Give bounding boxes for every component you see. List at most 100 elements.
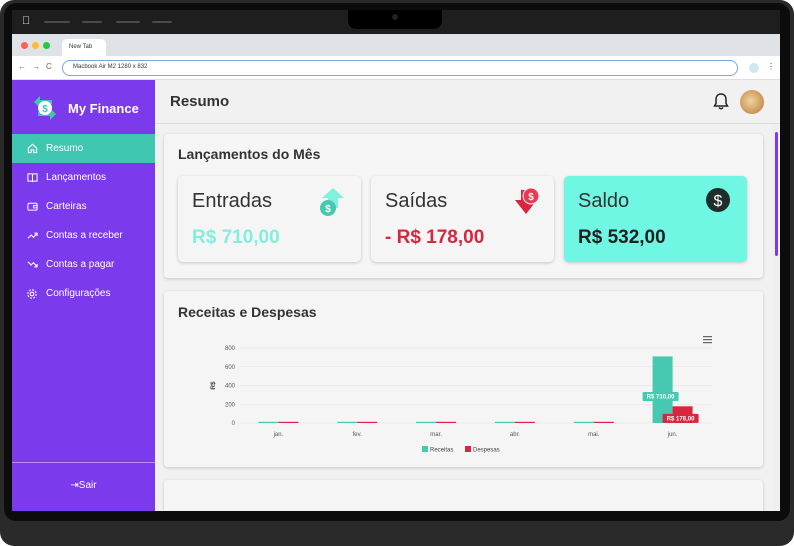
x-tick-label: jan. <box>273 432 284 438</box>
sidebar-item-configuracoes[interactable]: Configurações <box>12 279 155 308</box>
book-icon <box>26 172 38 184</box>
apple-icon[interactable]:  <box>22 15 30 27</box>
balance-card: Saldo R$ 532,00 $ <box>564 176 747 262</box>
minimize-window-button[interactable] <box>32 42 39 49</box>
sidebar-item-contas-pagar[interactable]: Contas a pagar <box>12 250 155 279</box>
top-header: Resumo <box>155 80 780 124</box>
browser-tab-bar: New Tab <box>12 34 780 56</box>
page-title: Resumo <box>170 93 230 110</box>
y-tick-label: 800 <box>225 346 236 352</box>
main-content: Lançamentos do Mês Entradas R$ 710,00 $ … <box>155 124 780 511</box>
menu-placeholder <box>82 21 102 23</box>
x-tick-label: abr. <box>510 432 520 438</box>
balance-value: R$ 532,00 <box>578 227 666 248</box>
sidebar-item-lancamentos[interactable]: Lançamentos <box>12 163 155 192</box>
svg-text:$: $ <box>714 193 723 210</box>
next-section-card <box>164 480 763 511</box>
bar-receitas-mai <box>573 421 594 423</box>
avatar[interactable] <box>740 90 764 114</box>
scrollbar[interactable] <box>773 124 780 511</box>
x-tick-label: mai. <box>588 432 600 438</box>
home-icon <box>26 143 38 155</box>
sidebar-item-label: Lançamentos <box>46 172 107 183</box>
money-down-icon: $ <box>515 187 540 214</box>
sidebar-item-label: Carteiras <box>46 201 87 212</box>
menu-placeholder <box>152 21 172 23</box>
forward-icon[interactable]: → <box>32 62 40 71</box>
bar-despesas-fev <box>357 421 378 423</box>
money-up-icon: $ <box>320 188 344 216</box>
expense-label: Saídas <box>385 190 448 212</box>
wallet-icon <box>26 201 38 213</box>
income-expense-chart-card: Receitas e Despesas 0 200 400 600 800 R$ jan.… <box>164 291 763 467</box>
x-tick-label: jun. <box>667 432 678 438</box>
camera-icon <box>392 14 398 20</box>
menu-placeholder <box>116 21 140 23</box>
y-tick-label: 0 <box>232 421 236 427</box>
data-label: R$ 178,00 <box>667 416 695 422</box>
bar-despesas-mar <box>436 421 457 423</box>
app: $ My Finance Resumo Lançamentos Carteira… <box>12 80 780 511</box>
bar-receitas-jun <box>652 356 673 423</box>
section-title: Lançamentos do Mês <box>178 146 321 162</box>
trend-down-icon <box>26 259 38 271</box>
macos-menu-bar:  <box>12 10 780 34</box>
bar-receitas-jan <box>258 421 279 423</box>
scrollbar-thumb[interactable] <box>775 132 778 256</box>
y-tick-label: 600 <box>225 365 236 371</box>
browser-tab[interactable]: New Tab <box>62 39 106 56</box>
sidebar-item-contas-receber[interactable]: Contas a receber <box>12 221 155 250</box>
browser-toolbar: ← → C Macbook Air M2 1280 x 832 ⋮ <box>12 56 780 80</box>
bar-despesas-abr <box>514 421 535 423</box>
logout-label: Sair <box>78 480 97 491</box>
bar-chart: 0 200 400 600 800 R$ jan. fev. mar. abr. mai. jun.… <box>210 336 712 454</box>
sidebar: $ My Finance Resumo Lançamentos Carteira… <box>12 80 155 511</box>
maximize-window-button[interactable] <box>43 42 50 49</box>
back-icon[interactable]: ← <box>18 62 26 71</box>
expense-card: Saídas - R$ 178,00 $ <box>371 176 554 262</box>
gear-icon <box>26 288 38 300</box>
legend-label: Receitas <box>430 448 453 454</box>
x-tick-label: fev. <box>353 432 363 438</box>
legend-swatch <box>465 446 471 452</box>
address-bar[interactable]: Macbook Air M2 1280 x 832 <box>62 60 738 76</box>
svg-text:$: $ <box>42 104 48 115</box>
menu-placeholder <box>44 21 70 23</box>
bar-receitas-fev <box>337 421 358 423</box>
close-window-button[interactable] <box>21 42 28 49</box>
svg-text:$: $ <box>528 192 534 203</box>
svg-text:$: $ <box>325 204 331 215</box>
legend-swatch <box>422 446 428 452</box>
sidebar-item-carteiras[interactable]: Carteiras <box>12 192 155 221</box>
x-tick-label: mar. <box>430 432 442 438</box>
monthly-summary-card: Lançamentos do Mês Entradas R$ 710,00 $ … <box>164 134 763 278</box>
bar-despesas-mai <box>593 421 614 423</box>
sidebar-nav: Resumo Lançamentos Carteiras Contas a re… <box>12 134 155 308</box>
y-axis-label: R$ <box>210 381 217 390</box>
screen:  New Tab ← → C Macbook Air M2 1280 x 83… <box>12 10 780 511</box>
sidebar-item-label: Contas a receber <box>46 230 123 241</box>
sidebar-item-label: Resumo <box>46 143 84 154</box>
income-label: Entradas <box>192 190 273 212</box>
extension-icon[interactable] <box>749 63 759 73</box>
chart-menu-icon[interactable] <box>703 336 712 344</box>
expense-value: - R$ 178,00 <box>385 227 485 248</box>
brand[interactable]: $ My Finance <box>30 93 139 123</box>
y-tick-label: 400 <box>225 384 236 390</box>
y-tick-label: 200 <box>225 402 236 408</box>
dollar-icon: $ <box>706 188 730 212</box>
sidebar-divider <box>12 462 155 463</box>
browser-menu-icon[interactable]: ⋮ <box>767 62 775 71</box>
sidebar-item-label: Configurações <box>46 288 111 299</box>
exchange-money-icon: $ <box>34 96 56 120</box>
data-label: R$ 710,00 <box>647 394 675 400</box>
laptop-frame:  New Tab ← → C Macbook Air M2 1280 x 83… <box>0 0 794 546</box>
camera-notch <box>348 10 442 29</box>
brand-name: My Finance <box>68 100 139 116</box>
bell-icon[interactable] <box>712 92 730 111</box>
reload-icon[interactable]: C <box>46 62 52 71</box>
income-value: R$ 710,00 <box>192 227 280 248</box>
logout-button[interactable]: ⇥Sair <box>12 480 155 491</box>
sidebar-item-resumo[interactable]: Resumo <box>12 134 155 163</box>
sidebar-item-label: Contas a pagar <box>46 259 115 270</box>
